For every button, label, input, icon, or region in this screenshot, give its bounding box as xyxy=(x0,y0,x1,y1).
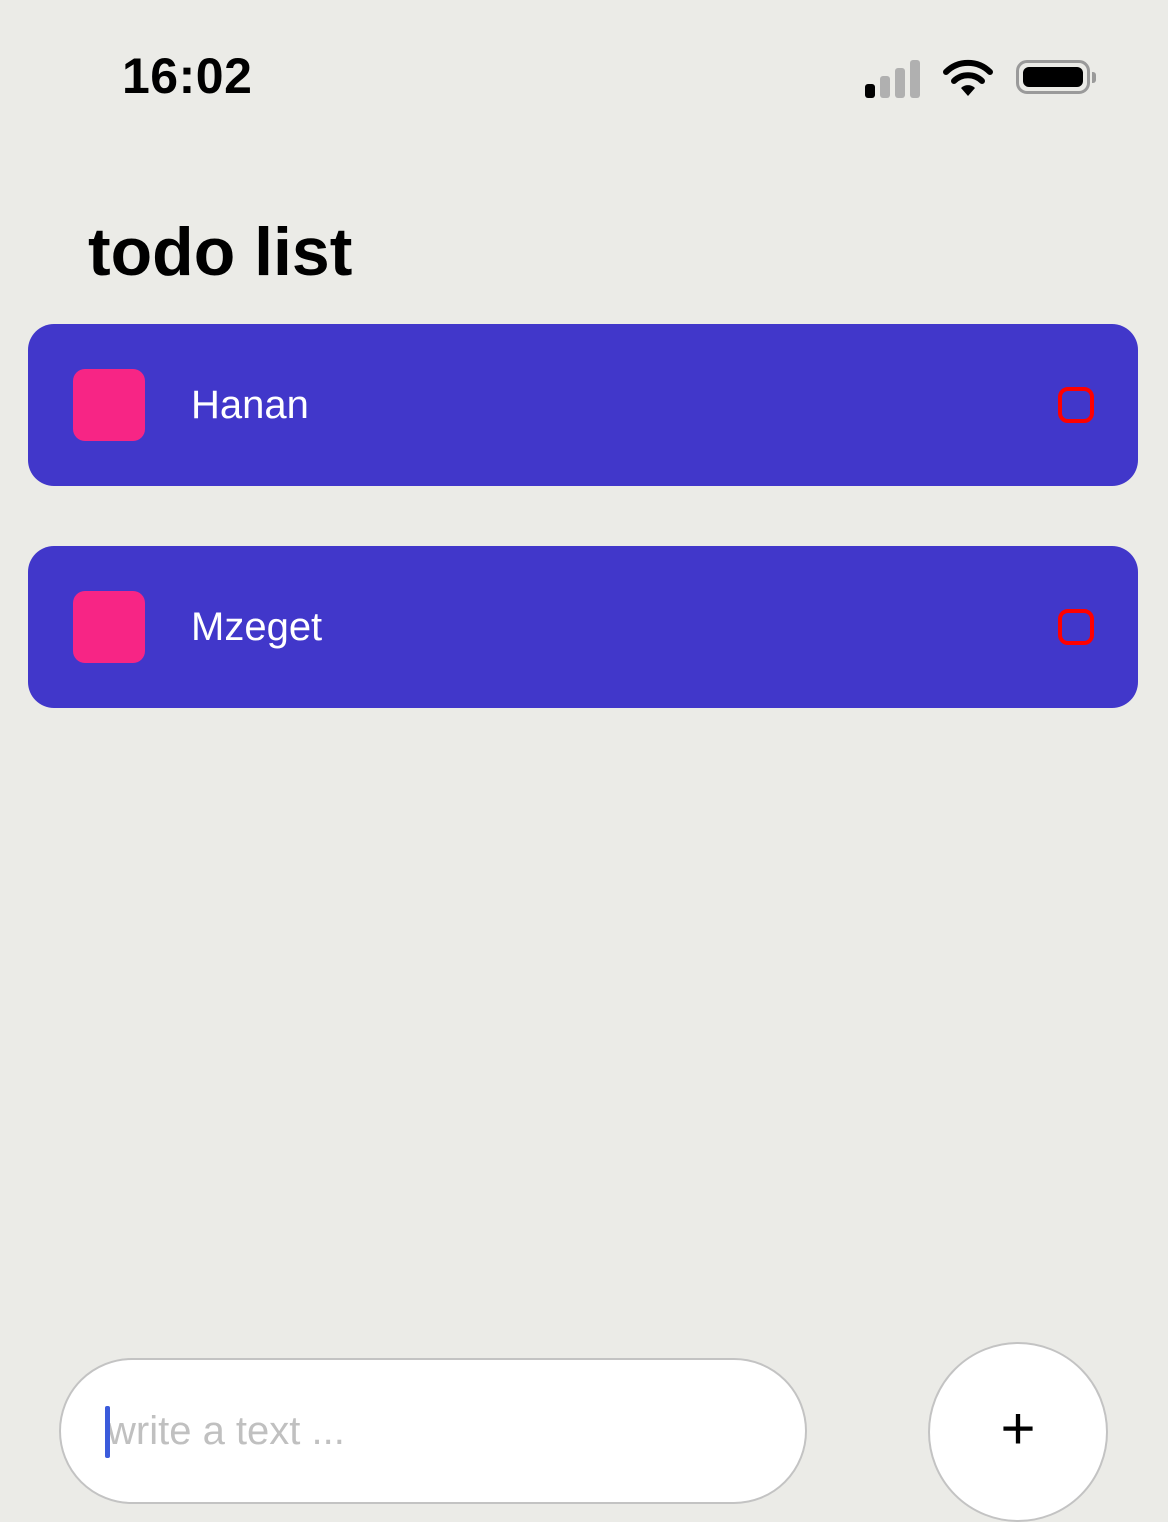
status-icons xyxy=(865,54,1096,98)
todo-item[interactable]: Hanan xyxy=(28,324,1138,486)
plus-icon: + xyxy=(1000,1394,1036,1462)
status-time: 16:02 xyxy=(122,48,253,104)
add-button[interactable]: + xyxy=(928,1342,1108,1522)
battery-icon xyxy=(1016,60,1096,94)
todo-label: Mzeget xyxy=(191,604,323,649)
circle-icon[interactable] xyxy=(1058,609,1094,645)
page-title: todo list xyxy=(88,214,353,290)
todo-checkbox[interactable] xyxy=(73,591,145,663)
todo-list: Hanan Mzeget xyxy=(28,324,1138,768)
todo-text-input[interactable] xyxy=(59,1358,807,1504)
todo-item[interactable]: Mzeget xyxy=(28,546,1138,708)
cellular-signal-icon xyxy=(865,58,920,98)
todo-checkbox[interactable] xyxy=(73,369,145,441)
todo-label: Hanan xyxy=(191,382,309,427)
text-caret xyxy=(105,1406,110,1458)
circle-icon[interactable] xyxy=(1058,387,1094,423)
wifi-icon xyxy=(943,59,993,96)
